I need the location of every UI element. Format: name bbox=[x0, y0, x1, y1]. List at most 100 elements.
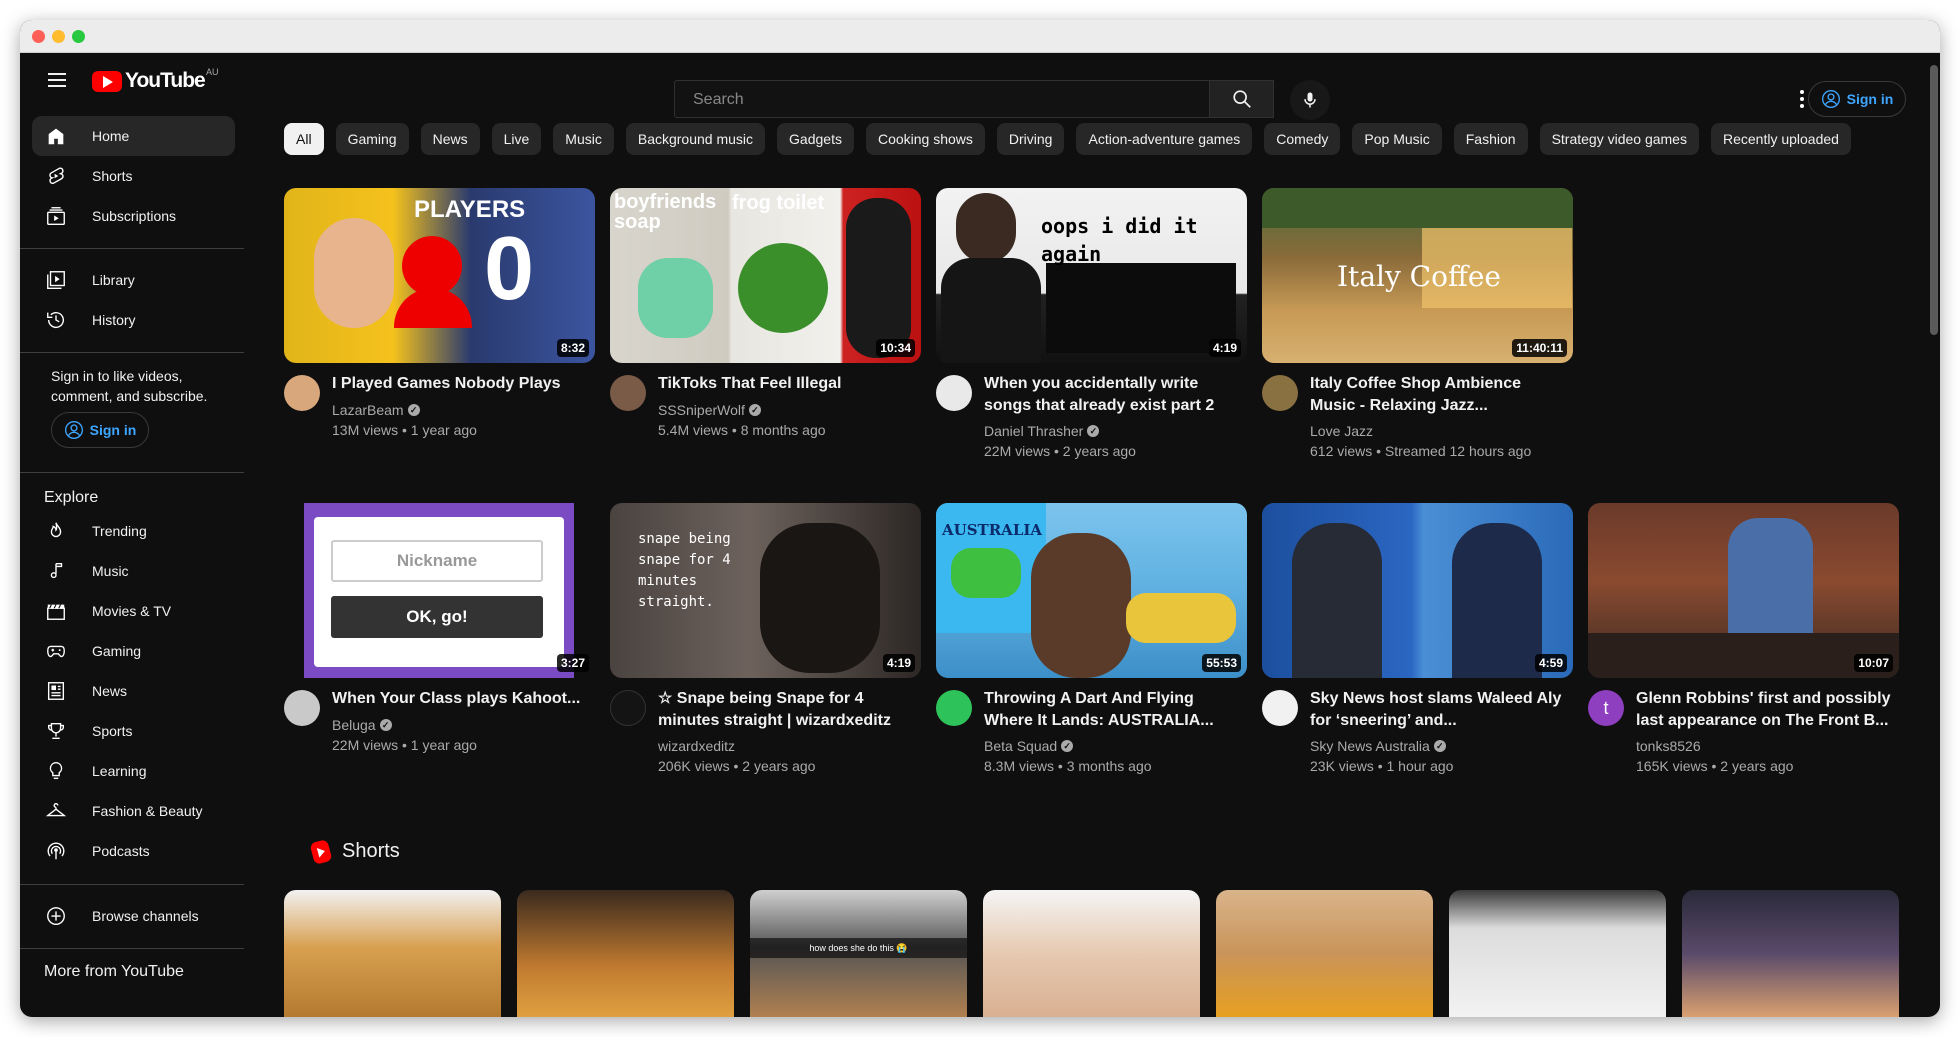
video-card[interactable]: 4:59 Sky News host slams Waleed Aly for … bbox=[1262, 503, 1573, 774]
video-title[interactable]: Sky News host slams Waleed Aly for ‘snee… bbox=[1310, 688, 1568, 732]
video-title[interactable]: Italy Coffee Shop Ambience Music - Relax… bbox=[1310, 373, 1568, 417]
sidebar-item-sports[interactable]: Sports bbox=[32, 711, 235, 751]
sidebar-item-gaming[interactable]: Gaming bbox=[32, 631, 235, 671]
chip-comedy[interactable]: Comedy bbox=[1264, 123, 1341, 155]
channel-name[interactable]: SSSniperWolf bbox=[658, 402, 761, 418]
channel-name[interactable]: Daniel Thrasher bbox=[984, 423, 1100, 439]
chip-background-music[interactable]: Background music bbox=[625, 123, 766, 155]
chip-all[interactable]: All bbox=[284, 123, 324, 155]
sidebar-sign-in-button[interactable]: Sign in bbox=[51, 412, 149, 448]
chip-gadgets[interactable]: Gadgets bbox=[777, 123, 854, 155]
channel-avatar[interactable] bbox=[1262, 375, 1298, 411]
short-thumbnail[interactable] bbox=[517, 890, 734, 1017]
video-card[interactable]: Italy Coffee 11:40:11 Italy Coffee Shop … bbox=[1262, 188, 1573, 459]
sidebar-item-podcasts[interactable]: Podcasts bbox=[32, 831, 235, 871]
sidebar-item-library[interactable]: Library bbox=[32, 260, 235, 300]
channel-name-text: Love Jazz bbox=[1310, 423, 1374, 439]
video-title[interactable]: Glenn Robbins' first and possibly last a… bbox=[1636, 688, 1894, 732]
chip-cooking-shows[interactable]: Cooking shows bbox=[865, 123, 985, 155]
video-thumbnail[interactable]: AUSTRALIA 55:53 bbox=[936, 503, 1247, 678]
video-thumbnail[interactable]: 4:59 bbox=[1262, 503, 1573, 678]
video-thumbnail[interactable]: 10:07 bbox=[1588, 503, 1899, 678]
sidebar-item-fashion-beauty[interactable]: Fashion & Beauty bbox=[32, 791, 235, 831]
channel-name[interactable]: Sky News Australia bbox=[1310, 738, 1446, 754]
channel-avatar[interactable] bbox=[936, 690, 972, 726]
video-title[interactable]: I Played Games Nobody Plays bbox=[332, 373, 590, 395]
channel-name[interactable]: Beluga bbox=[332, 717, 392, 733]
chip-strategy-video-games[interactable]: Strategy video games bbox=[1539, 123, 1699, 155]
search-input[interactable] bbox=[691, 81, 1213, 119]
sidebar-item-learning[interactable]: Learning bbox=[32, 751, 235, 791]
sidebar-item-label: History bbox=[92, 312, 136, 328]
sidebar-item-history[interactable]: History bbox=[32, 300, 235, 340]
voice-search-button[interactable] bbox=[1290, 80, 1330, 120]
sidebar-item-trending[interactable]: Trending bbox=[32, 511, 235, 551]
channel-name[interactable]: Love Jazz bbox=[1310, 423, 1373, 439]
short-thumbnail[interactable] bbox=[284, 890, 501, 1017]
chip-fashion[interactable]: Fashion bbox=[1453, 123, 1528, 155]
short-thumbnail[interactable] bbox=[1449, 890, 1666, 1017]
video-title[interactable]: Throwing A Dart And Flying Where It Land… bbox=[984, 688, 1242, 732]
chip-pop-music[interactable]: Pop Music bbox=[1352, 123, 1442, 155]
video-thumbnail[interactable]: PLAYERS 0 8:32 bbox=[284, 188, 595, 363]
video-thumbnail[interactable]: oops i did it again 4:19 bbox=[936, 188, 1247, 363]
sign-in-button[interactable]: Sign in bbox=[1808, 81, 1906, 117]
channel-avatar[interactable] bbox=[284, 375, 320, 411]
channel-avatar[interactable] bbox=[936, 375, 972, 411]
video-title[interactable]: When Your Class plays Kahoot... bbox=[332, 688, 590, 710]
sidebar-item-music[interactable]: Music bbox=[32, 551, 235, 591]
channel-name[interactable]: LazarBeam bbox=[332, 402, 420, 418]
video-title[interactable]: When you accidentally write songs that a… bbox=[984, 373, 1242, 417]
maximize-window-button[interactable] bbox=[72, 30, 85, 43]
channel-name[interactable]: Beta Squad bbox=[984, 738, 1074, 754]
short-thumbnail[interactable] bbox=[983, 890, 1200, 1017]
chip-driving[interactable]: Driving bbox=[996, 123, 1065, 155]
chip-news[interactable]: News bbox=[420, 123, 480, 155]
chip-live[interactable]: Live bbox=[491, 123, 542, 155]
youtube-logo[interactable]: YouTube AU bbox=[92, 67, 219, 93]
sidebar-item-home[interactable]: Home bbox=[32, 116, 235, 156]
sidebar-item-browse-channels[interactable]: Browse channels bbox=[32, 896, 235, 936]
channel-avatar[interactable] bbox=[1262, 690, 1298, 726]
short-thumbnail[interactable] bbox=[1216, 890, 1433, 1017]
video-card[interactable]: 10:07 t Glenn Robbins' first and possibl… bbox=[1588, 503, 1899, 774]
channel-avatar[interactable]: t bbox=[1588, 690, 1624, 726]
chip-gaming[interactable]: Gaming bbox=[335, 123, 409, 155]
sidebar-item-shorts[interactable]: Shorts bbox=[32, 156, 235, 196]
video-card[interactable]: snape being snape for 4 minutes straight… bbox=[610, 503, 921, 774]
trending-icon bbox=[44, 519, 68, 543]
chip-music[interactable]: Music bbox=[553, 123, 614, 155]
video-title[interactable]: TikToks That Feel Illegal bbox=[658, 373, 916, 395]
channel-name[interactable]: wizardxeditz bbox=[658, 738, 735, 754]
channel-avatar[interactable] bbox=[610, 375, 646, 411]
channel-name[interactable]: tonks8526 bbox=[1636, 738, 1701, 754]
video-card[interactable]: AUSTRALIA 55:53 Throwing A Dart And Flyi… bbox=[936, 503, 1247, 774]
video-card[interactable]: boyfriends soap frog toilet 10:34 TikTok… bbox=[610, 188, 921, 438]
sidebar-item-news[interactable]: News bbox=[32, 671, 235, 711]
short-thumbnail[interactable]: how does she do this 😭 bbox=[750, 890, 967, 1017]
video-card[interactable]: PLAYERS 0 8:32 I Played Games Nobody Pla… bbox=[284, 188, 595, 438]
minimize-window-button[interactable] bbox=[52, 30, 65, 43]
page-scrollbar[interactable] bbox=[1930, 65, 1938, 335]
search-button[interactable] bbox=[1210, 80, 1274, 118]
video-thumbnail[interactable]: boyfriends soap frog toilet 10:34 bbox=[610, 188, 921, 363]
sidebar-item-label: Shorts bbox=[92, 168, 133, 184]
menu-icon[interactable] bbox=[48, 73, 66, 87]
video-card[interactable]: oops i did it again 4:19 When you accide… bbox=[936, 188, 1247, 459]
close-window-button[interactable] bbox=[32, 30, 45, 43]
video-thumbnail[interactable]: snape being snape for 4 minutes straight… bbox=[610, 503, 921, 678]
chip-action-adventure-games[interactable]: Action-adventure games bbox=[1076, 123, 1253, 155]
explore-heading: Explore bbox=[44, 489, 99, 506]
channel-avatar[interactable] bbox=[610, 690, 646, 726]
video-title[interactable]: ☆ Snape being Snape for 4 minutes straig… bbox=[658, 688, 916, 732]
video-thumbnail[interactable]: Nickname OK, go! 3:27 bbox=[284, 503, 595, 678]
video-card[interactable]: Nickname OK, go! 3:27 When Your Class pl… bbox=[284, 503, 595, 753]
sidebar-item-subscriptions[interactable]: Subscriptions bbox=[32, 196, 235, 236]
sidebar-item-label: Library bbox=[92, 272, 135, 288]
sidebar-item-movies-tv[interactable]: Movies & TV bbox=[32, 591, 235, 631]
game-controller-icon bbox=[44, 639, 68, 663]
video-thumbnail[interactable]: Italy Coffee 11:40:11 bbox=[1262, 188, 1573, 363]
channel-avatar[interactable] bbox=[284, 690, 320, 726]
short-thumbnail[interactable] bbox=[1682, 890, 1899, 1017]
chip-recently-uploaded[interactable]: Recently uploaded bbox=[1710, 123, 1851, 155]
